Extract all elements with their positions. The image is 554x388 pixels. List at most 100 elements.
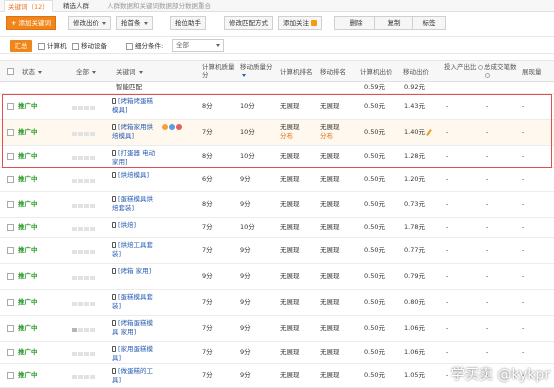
subdivide-select[interactable]: 全部: [172, 39, 224, 52]
header-mobile-quality[interactable]: 移动质量分: [240, 63, 278, 79]
keyword-cell[interactable]: [蛋糕模具套装]: [112, 293, 158, 311]
mobile-bid[interactable]: 0.80元: [404, 298, 425, 307]
pc-bid[interactable]: 0.50元: [364, 128, 385, 137]
add-follow-button[interactable]: 添加关注: [278, 16, 322, 30]
pc-bid[interactable]: 0.50元: [364, 102, 385, 111]
header-impressions[interactable]: 展现量: [522, 68, 542, 76]
pc-bid[interactable]: 0.50元: [364, 348, 385, 357]
mobile-bid[interactable]: 1.43元: [404, 102, 425, 111]
add-keyword-button[interactable]: + 添加关键词: [6, 16, 56, 30]
status-label[interactable]: 推广中: [18, 371, 38, 380]
mobile-bid[interactable]: 1.05元: [404, 371, 425, 380]
keyword-cell[interactable]: [烤箱家用烘焙模具]: [112, 123, 158, 141]
header-keyword[interactable]: 关键词: [116, 68, 143, 76]
modify-bid-button[interactable]: 修改出价: [68, 16, 111, 30]
row-checkbox[interactable]: [7, 349, 14, 356]
row-checkbox[interactable]: [7, 176, 14, 183]
mobile-bid[interactable]: 1.78元: [404, 223, 425, 232]
mobile-checkbox[interactable]: [72, 42, 79, 50]
mobile-bid[interactable]: 1.06元: [404, 324, 425, 333]
keyword-link[interactable]: [蛋糕模具套装]: [112, 293, 153, 310]
edit-icon[interactable]: [426, 128, 432, 136]
mobile-bid[interactable]: 1.40元: [404, 128, 432, 137]
pc-rank-distribution[interactable]: 分布: [280, 132, 293, 141]
pc-bid[interactable]: 0.50元: [364, 246, 385, 255]
mobile-bid[interactable]: 0.73元: [404, 200, 425, 209]
status-label[interactable]: 推广中: [18, 102, 38, 111]
header-all[interactable]: 全部: [76, 68, 96, 76]
subdivide-filter[interactable]: 细分条件:: [126, 40, 163, 52]
keyword-cell[interactable]: [烤箱烤蛋糕模具]: [112, 97, 158, 115]
keyword-cell[interactable]: [蛋糕模具烘焙套装]: [112, 195, 158, 213]
keyword-cell[interactable]: [做蛋糕的工具]: [112, 367, 158, 385]
grab-assistant-button[interactable]: 抢位助手: [170, 16, 206, 30]
keyword-link[interactable]: [烘焙]: [118, 221, 136, 229]
status-label[interactable]: 推广中: [18, 223, 38, 232]
keyword-link[interactable]: [烤箱蛋糕模具 家用]: [112, 319, 153, 336]
computer-checkbox[interactable]: [38, 42, 45, 50]
row-checkbox[interactable]: [7, 325, 14, 332]
header-total-deals[interactable]: 总成交笔数: [484, 63, 520, 79]
mobile-bid[interactable]: 1.28元: [404, 152, 425, 161]
grab-first-button[interactable]: 抢首条: [116, 16, 153, 30]
pc-bid[interactable]: 0.50元: [364, 200, 385, 209]
header-pc-rank[interactable]: 计算机排名: [280, 68, 313, 76]
keyword-link[interactable]: [烤箱烤蛋糕模具]: [112, 97, 153, 114]
keyword-link[interactable]: [烘焙模具]: [118, 171, 149, 179]
row-checkbox[interactable]: [7, 201, 14, 208]
tab-keywords[interactable]: 关键词（12）: [4, 0, 53, 12]
row-checkbox[interactable]: [7, 299, 14, 306]
pc-bid[interactable]: 0.50元: [364, 175, 385, 184]
pc-bid[interactable]: 0.50元: [364, 152, 385, 161]
pc-bid[interactable]: 0.50元: [364, 371, 385, 380]
status-label[interactable]: 推广中: [18, 175, 38, 184]
pc-bid[interactable]: 0.50元: [364, 324, 385, 333]
mobile-rank-distribution[interactable]: 分布: [320, 132, 333, 141]
header-pc-quality[interactable]: 计算机质量分: [202, 63, 238, 79]
status-label[interactable]: 推广中: [18, 324, 38, 333]
status-label[interactable]: 推广中: [18, 298, 38, 307]
header-mobile-rank[interactable]: 移动排名: [320, 68, 346, 76]
row-checkbox[interactable]: [7, 129, 14, 136]
row-checkbox[interactable]: [7, 103, 14, 110]
keyword-cell[interactable]: [家用蛋糕模具]: [112, 345, 158, 363]
keyword-cell[interactable]: [打蛋器 电动 家用]: [112, 149, 158, 167]
keyword-link[interactable]: [做蛋糕的工具]: [112, 367, 153, 384]
row-checkbox[interactable]: [7, 153, 14, 160]
pc-bid[interactable]: 0.50元: [364, 223, 385, 232]
subdivide-checkbox[interactable]: [126, 42, 133, 50]
status-label[interactable]: 推广中: [18, 152, 38, 161]
keyword-link[interactable]: [家用蛋糕模具]: [112, 345, 153, 362]
keyword-cell[interactable]: [烤箱 家用]: [112, 267, 158, 276]
keyword-cell[interactable]: [烤箱蛋糕模具 家用]: [112, 319, 158, 337]
keyword-link[interactable]: [蛋糕模具烘焙套装]: [112, 195, 153, 212]
mobile-bid[interactable]: 1.20元: [404, 175, 425, 184]
status-label[interactable]: 推广中: [18, 200, 38, 209]
row-checkbox[interactable]: [7, 372, 14, 379]
mobile-bid[interactable]: 1.06元: [404, 348, 425, 357]
keyword-link[interactable]: [烤箱 家用]: [118, 267, 151, 275]
status-label[interactable]: 推广中: [18, 348, 38, 357]
pc-bid[interactable]: 0.50元: [364, 272, 385, 281]
mobile-filter[interactable]: 移动设备: [72, 40, 107, 52]
keyword-cell[interactable]: [烘焙工具套装]: [112, 241, 158, 259]
copy-button[interactable]: 复制: [374, 16, 414, 30]
summary-button[interactable]: 汇总: [10, 40, 32, 52]
status-label[interactable]: 推广中: [18, 246, 38, 255]
modify-match-button[interactable]: 修改匹配方式: [224, 16, 273, 30]
mobile-bid[interactable]: 0.79元: [404, 272, 425, 281]
status-label[interactable]: 推广中: [18, 128, 38, 137]
keyword-cell[interactable]: [烘焙]: [112, 221, 158, 230]
mobile-bid[interactable]: 0.77元: [404, 246, 425, 255]
header-roi[interactable]: 投入产出比: [444, 63, 484, 71]
row-checkbox[interactable]: [7, 273, 14, 280]
status-label[interactable]: 推广中: [18, 272, 38, 281]
keyword-link[interactable]: [烘焙工具套装]: [112, 241, 153, 258]
delete-button[interactable]: 删除: [334, 16, 378, 30]
select-all-checkbox[interactable]: [7, 68, 14, 75]
header-mobile-bid[interactable]: 移动出价: [403, 68, 429, 76]
row-checkbox[interactable]: [7, 224, 14, 231]
keyword-link[interactable]: [烤箱家用烘焙模具]: [112, 123, 153, 140]
keyword-cell[interactable]: [烘焙模具]: [112, 171, 158, 180]
row-checkbox[interactable]: [7, 247, 14, 254]
